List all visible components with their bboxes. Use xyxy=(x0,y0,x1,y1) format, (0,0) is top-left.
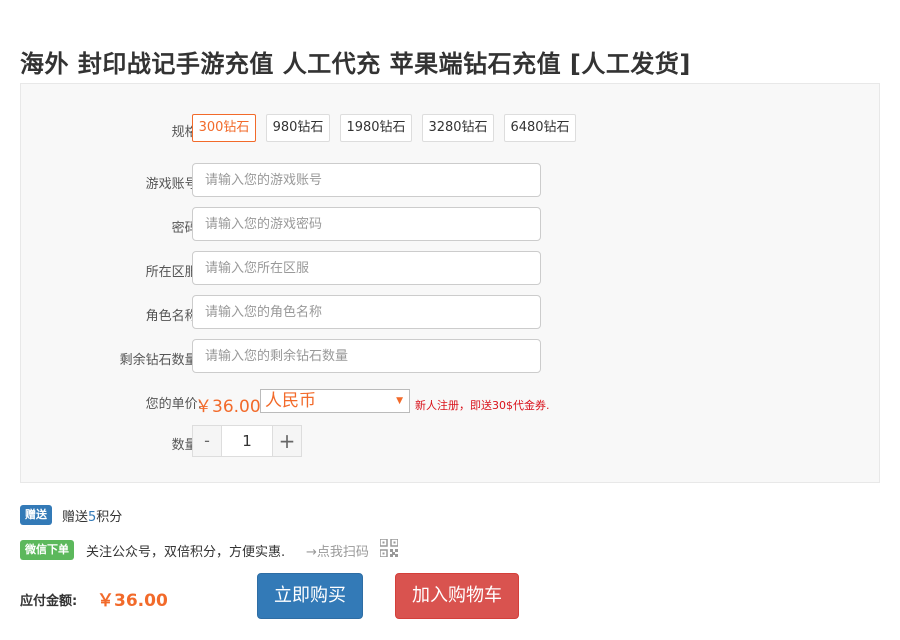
spec-option-3280[interactable]: 3280钻石 xyxy=(422,114,494,142)
password-input[interactable] xyxy=(192,207,541,241)
server-label: 所在区服: xyxy=(145,265,202,280)
currency-select[interactable]: 人民币 ▼ xyxy=(260,389,410,413)
amount-due-value: ￥36.00 xyxy=(97,591,168,611)
gift-text-prefix: 赠送 xyxy=(62,510,89,525)
spec-option-6480[interactable]: 6480钻石 xyxy=(504,114,576,142)
quantity-decrement-button[interactable]: - xyxy=(192,425,222,457)
character-name-input[interactable] xyxy=(192,295,541,329)
server-input[interactable] xyxy=(192,251,541,285)
game-account-label: 游戏账号: xyxy=(145,177,202,192)
gift-badge: 赠送 xyxy=(20,505,52,525)
spec-option-1980[interactable]: 1980钻石 xyxy=(340,114,412,142)
wechat-follow-text: 关注公众号，双倍积分，方便实惠. xyxy=(86,545,286,560)
chevron-down-icon: ▼ xyxy=(396,396,403,406)
add-to-cart-button[interactable]: 加入购物车 xyxy=(395,573,519,619)
gift-points-text: 赠送5积分 xyxy=(62,506,122,525)
password-label: 密码: xyxy=(171,221,202,236)
quantity-label: 数量: xyxy=(171,438,202,453)
gift-text-suffix: 积分 xyxy=(96,510,123,525)
order-form-panel: 规格: 300钻石 980钻石 1980钻石 3280钻石 6480钻石 游戏账… xyxy=(20,83,880,483)
spec-label: 规格: xyxy=(171,125,202,140)
remaining-diamonds-input[interactable] xyxy=(192,339,541,373)
game-account-input[interactable] xyxy=(192,163,541,197)
currency-selected-value: 人民币 xyxy=(265,391,316,411)
scan-qr-link[interactable]: →点我扫码 xyxy=(306,541,369,560)
unit-price-value: ￥36.00 xyxy=(195,397,261,417)
promo-text: 新人注册，即送30$代金券. xyxy=(415,399,550,412)
amount-due-label: 应付金额: xyxy=(20,594,78,609)
page-title: 海外 封印战记手游充值 人工代充 苹果端钻石充值 [人工发货] xyxy=(20,50,691,79)
wechat-order-badge: 微信下单 xyxy=(20,540,74,560)
character-name-label: 角色名称: xyxy=(145,309,202,324)
quantity-input[interactable]: 1 xyxy=(221,425,273,457)
qr-code-icon[interactable] xyxy=(380,539,398,557)
unit-price-label: 您的单价: xyxy=(145,397,202,412)
spec-option-300[interactable]: 300钻石 xyxy=(192,114,256,142)
spec-option-980[interactable]: 980钻石 xyxy=(266,114,330,142)
buy-now-button[interactable]: 立即购买 xyxy=(257,573,363,619)
remaining-diamonds-label: 剩余钻石数量: xyxy=(119,353,202,368)
quantity-increment-button[interactable]: + xyxy=(272,425,302,457)
